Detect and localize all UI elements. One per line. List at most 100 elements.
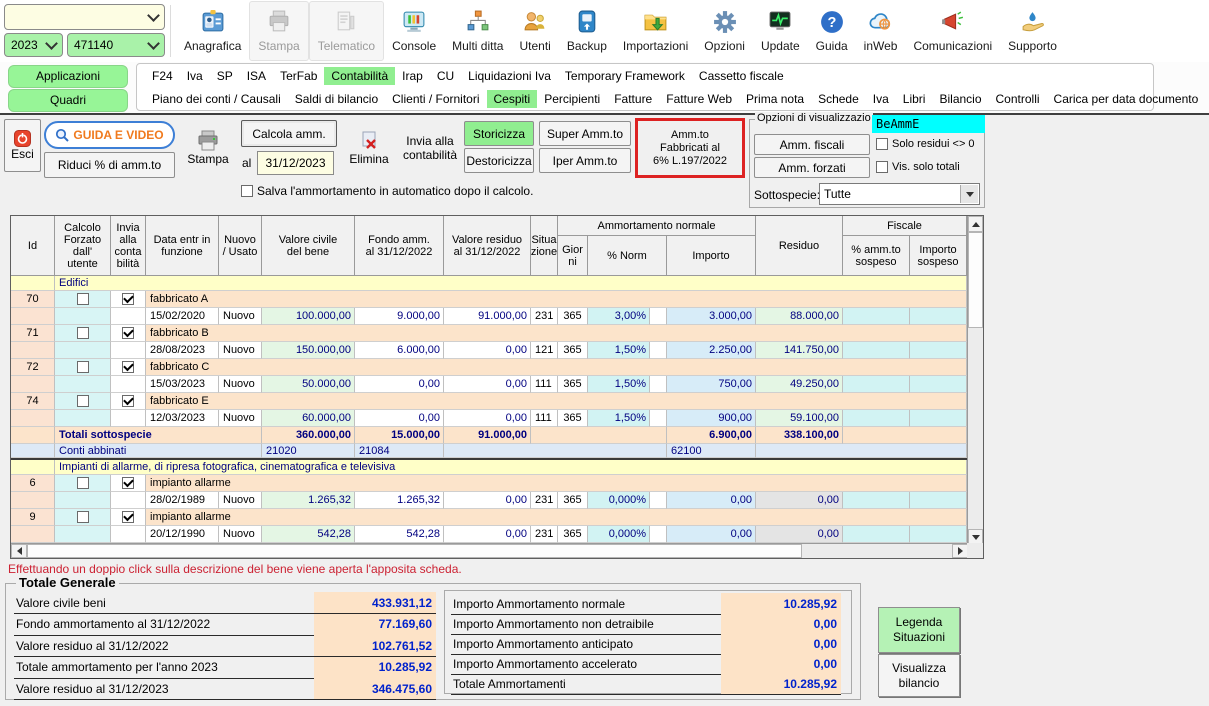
tab-iva[interactable]: Iva <box>180 67 210 85</box>
applicazioni-button[interactable]: Applicazioni <box>8 65 128 88</box>
supporto-tool-button[interactable]: Supporto <box>1000 2 1065 60</box>
tab-liquidazioni-iva[interactable]: Liquidazioni Iva <box>461 67 558 85</box>
asset-name-cell[interactable]: impianto allarme <box>146 475 967 492</box>
cell-invia <box>111 291 146 308</box>
vertical-scroll-thumb[interactable] <box>968 232 983 328</box>
legenda-situazioni-button[interactable]: Legenda Situazioni <box>878 607 960 653</box>
tab-iva[interactable]: Iva <box>866 90 896 108</box>
tg-left-value: 433.931,12 <box>314 592 436 613</box>
backup-tool-button[interactable]: Backup <box>559 2 615 60</box>
col-header-situazione: Situa zione <box>531 216 558 276</box>
tab-bilancio[interactable]: Bilancio <box>932 90 988 108</box>
forzato-checkbox[interactable] <box>77 511 89 523</box>
inweb-tool-button[interactable]: inWeb <box>856 2 906 60</box>
super-amm-button[interactable]: Super Amm.to <box>539 121 631 146</box>
comunicazioni-tool-button[interactable]: Comunicazioni <box>905 2 1000 60</box>
iper-amm-button[interactable]: Iper Amm.to <box>539 148 631 173</box>
stampa-grid-button[interactable]: Stampa <box>181 120 235 176</box>
tab-irap[interactable]: Irap <box>395 67 430 85</box>
vis-solo-totali-checkbox[interactable] <box>876 161 888 173</box>
tool-label: Multi ditta <box>452 39 503 53</box>
visualizza-bilancio-button[interactable]: Visualizza bilancio <box>878 654 960 697</box>
cell-id: 71 <box>11 325 55 342</box>
asset-name-cell[interactable]: fabbricato B <box>146 325 967 342</box>
quadri-button[interactable]: Quadri <box>8 89 128 112</box>
guida-e-video-button[interactable]: GUIDA E VIDEO <box>44 121 175 149</box>
multi-ditta-tool-button[interactable]: Multi ditta <box>444 2 511 60</box>
anagrafica-tool-button[interactable]: Anagrafica <box>176 2 249 60</box>
forzato-checkbox[interactable] <box>77 327 89 339</box>
tab-carica-per-data-documento[interactable]: Carica per data documento <box>1047 90 1206 108</box>
guida-tool-button[interactable]: ?Guida <box>808 2 856 60</box>
company-code-select[interactable]: 471140 <box>67 33 165 57</box>
asset-name-cell[interactable]: impianto allarme <box>146 509 967 526</box>
forzato-checkbox[interactable] <box>77 395 89 407</box>
tab-terfab[interactable]: TerFab <box>273 67 324 85</box>
tab-fatture[interactable]: Fatture <box>607 90 659 108</box>
asset-name-cell[interactable]: fabbricato E <box>146 393 967 410</box>
tab-controlli[interactable]: Controlli <box>989 90 1047 108</box>
invia-checkbox[interactable] <box>122 327 134 339</box>
tab-prima-nota[interactable]: Prima nota <box>739 90 811 108</box>
solo-residui-checkbox[interactable] <box>876 138 888 150</box>
company-select[interactable] <box>4 4 165 30</box>
tab-percipienti[interactable]: Percipienti <box>537 90 607 108</box>
sottospecie-select[interactable]: Tutte <box>819 183 980 205</box>
asset-name-cell[interactable]: fabbricato A <box>146 291 967 308</box>
importazioni-tool-button[interactable]: Importazioni <box>615 2 696 60</box>
tab-schede[interactable]: Schede <box>811 90 866 108</box>
riduci-amm-button[interactable]: Riduci % di amm.to <box>44 152 175 178</box>
forzato-checkbox[interactable] <box>77 477 89 489</box>
forzato-checkbox[interactable] <box>77 293 89 305</box>
amm-forzati-button[interactable]: Amm. forzati <box>754 157 870 178</box>
asset-name-cell[interactable]: fabbricato C <box>146 359 967 376</box>
totals-label: Totali sottospecie <box>55 427 262 444</box>
tg-right-row: Importo Ammortamento anticipato0,00 <box>451 633 841 655</box>
tab-contabilit-[interactable]: Contabilità <box>324 67 395 85</box>
amm-fabbricati-button[interactable]: Amm.to Fabbricati al 6% L.197/2022 <box>635 118 745 178</box>
opzioni-tool-button[interactable]: Opzioni <box>696 2 753 60</box>
invia-contabilita-button[interactable]: Invia alla contabilità <box>399 120 461 176</box>
col-header-nuovo: Nuovo / Usato <box>219 216 262 276</box>
tab-clienti-fornitori[interactable]: Clienti / Fornitori <box>385 90 486 108</box>
tab-libri[interactable]: Libri <box>896 90 933 108</box>
tab-piano-dei-conti-causali[interactable]: Piano dei conti / Causali <box>145 90 288 108</box>
storicizza-button[interactable]: Storicizza <box>464 121 534 146</box>
update-tool-button[interactable]: Update <box>753 2 808 60</box>
tab-cu[interactable]: CU <box>430 67 461 85</box>
tab-cassetto-fiscale[interactable]: Cassetto fiscale <box>692 67 791 85</box>
data-calcolo-field[interactable]: 31/12/2023 <box>257 151 334 175</box>
scroll-right-button[interactable] <box>952 544 968 558</box>
forzato-checkbox[interactable] <box>77 361 89 373</box>
esci-button[interactable]: Esci <box>4 119 41 172</box>
horizontal-scroll-thumb[interactable] <box>27 544 802 558</box>
destoricizza-button[interactable]: Destoricizza <box>464 148 534 173</box>
invia-checkbox[interactable] <box>122 361 134 373</box>
year-select[interactable]: 2023 <box>4 33 63 57</box>
horizontal-scrollbar[interactable] <box>11 543 968 558</box>
invia-checkbox[interactable] <box>122 395 134 407</box>
invia-contabilita-label: Invia alla contabilità <box>403 134 457 162</box>
scroll-left-button[interactable] <box>11 544 27 558</box>
invia-checkbox[interactable] <box>122 293 134 305</box>
tab-sp[interactable]: SP <box>210 67 240 85</box>
tab-isa[interactable]: ISA <box>240 67 273 85</box>
tab-f24[interactable]: F24 <box>145 67 180 85</box>
scroll-up-button[interactable] <box>968 216 983 232</box>
invia-checkbox[interactable] <box>122 477 134 489</box>
dropdown-button[interactable] <box>960 185 978 203</box>
tab-cespiti[interactable]: Cespiti <box>487 90 538 108</box>
amm-fiscali-button[interactable]: Amm. fiscali <box>754 134 870 155</box>
calcola-amm-button[interactable]: Calcola amm. <box>241 120 337 147</box>
cell-perc-sospeso <box>843 376 910 393</box>
salva-auto-checkbox[interactable] <box>241 185 253 197</box>
tab-fatture-web[interactable]: Fatture Web <box>659 90 739 108</box>
vertical-scrollbar[interactable] <box>967 216 983 545</box>
tab-saldi-di-bilancio[interactable]: Saldi di bilancio <box>288 90 385 108</box>
invia-checkbox[interactable] <box>122 511 134 523</box>
elimina-button[interactable]: Elimina <box>343 120 395 176</box>
tab-temporary-framework[interactable]: Temporary Framework <box>558 67 692 85</box>
utenti-tool-button[interactable]: Utenti <box>511 2 558 60</box>
cell-forzato-empty <box>55 492 111 509</box>
console-tool-button[interactable]: Console <box>384 2 444 60</box>
